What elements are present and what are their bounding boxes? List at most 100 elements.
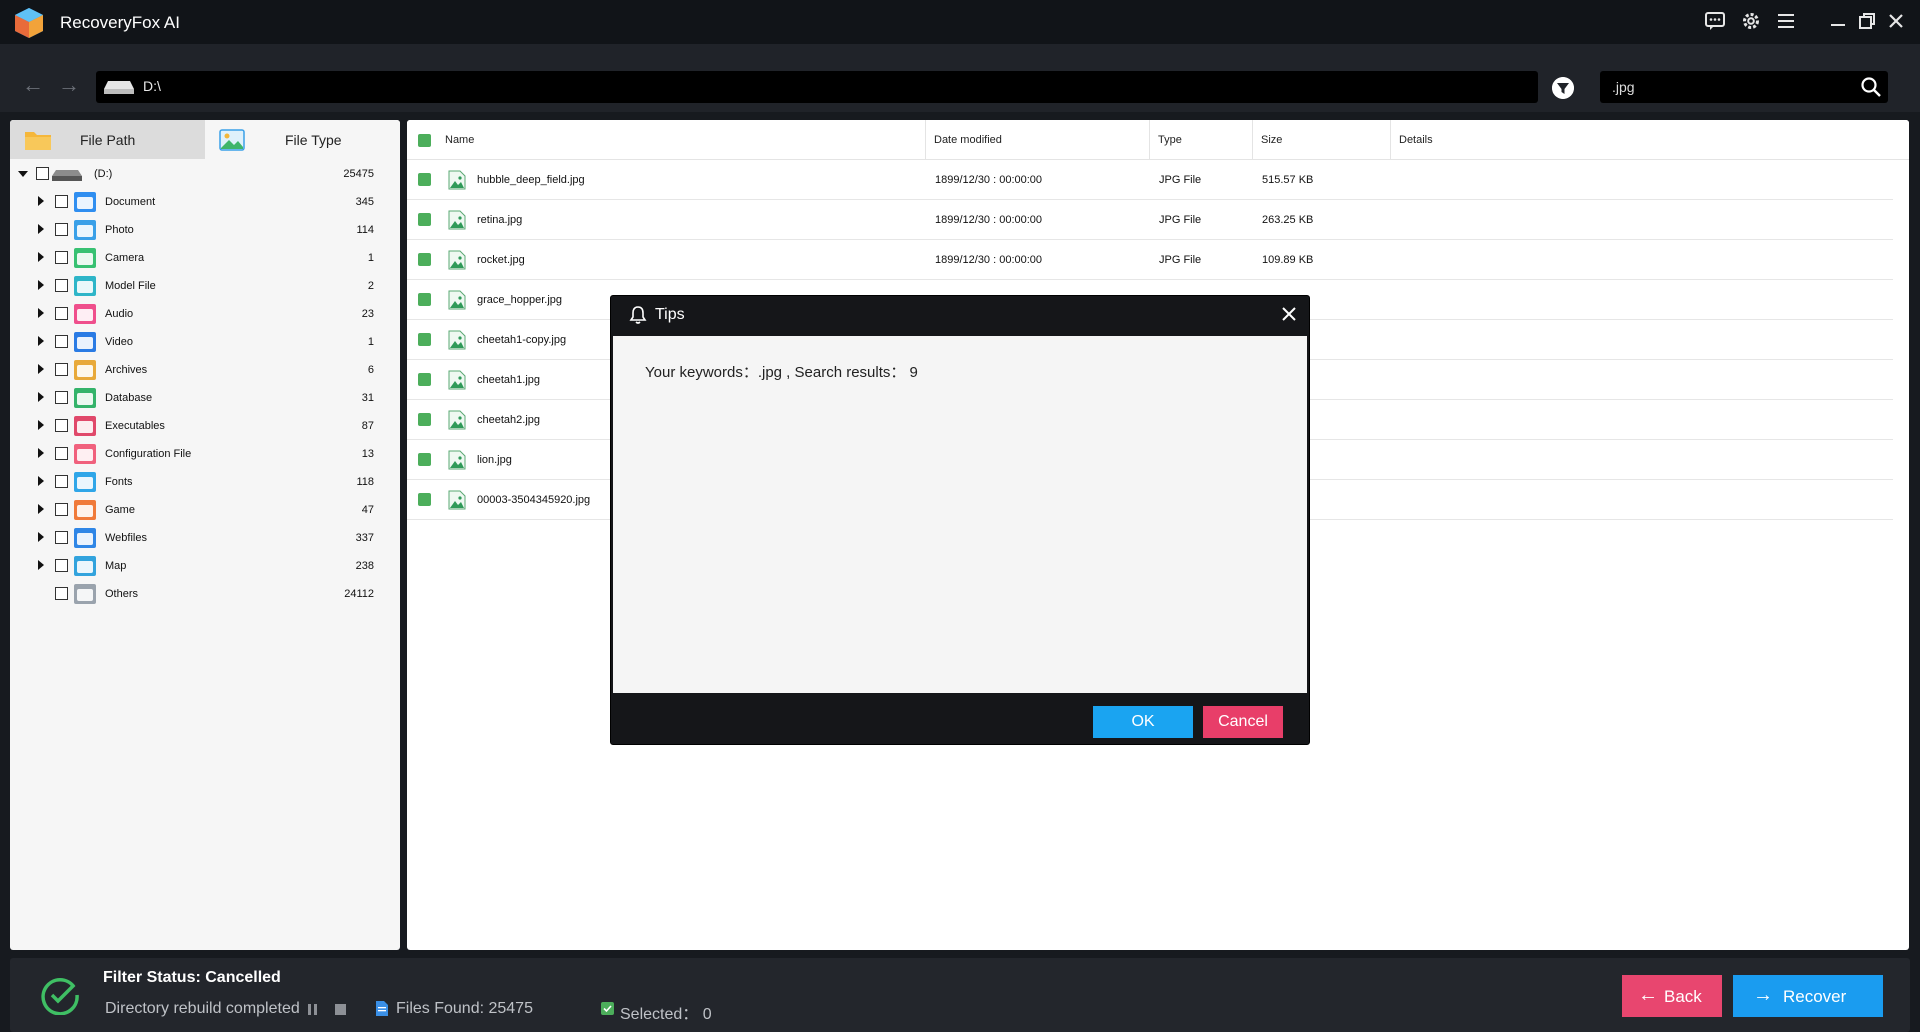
tree-checkbox[interactable] <box>55 363 68 376</box>
expand-arrow-icon[interactable] <box>38 504 44 514</box>
file-checkbox[interactable] <box>418 173 431 186</box>
column-divider[interactable] <box>1252 120 1253 160</box>
tree-row-database[interactable]: Database 31 <box>10 384 400 412</box>
feedback-icon[interactable] <box>1703 10 1727 34</box>
column-divider[interactable] <box>925 120 926 160</box>
expand-arrow-icon[interactable] <box>38 420 44 430</box>
tree-row-configuration-file[interactable]: Configuration File 13 <box>10 440 400 468</box>
tree-row-webfiles[interactable]: Webfiles 337 <box>10 524 400 552</box>
column-divider[interactable] <box>1149 120 1150 160</box>
file-checkbox[interactable] <box>418 293 431 306</box>
ok-button[interactable]: OK <box>1093 706 1193 738</box>
tree-checkbox[interactable] <box>55 587 68 600</box>
file-size: 263.25 KB <box>1262 214 1314 226</box>
expand-arrow-icon[interactable] <box>38 364 44 374</box>
pause-icon[interactable] <box>308 1004 311 1015</box>
tree-label: Video <box>105 336 133 348</box>
file-checkbox[interactable] <box>418 333 431 346</box>
close-icon[interactable] <box>1884 10 1908 34</box>
column-divider[interactable] <box>1390 120 1391 160</box>
minimize-icon[interactable] <box>1826 10 1850 34</box>
tree-row-executables[interactable]: Executables 87 <box>10 412 400 440</box>
file-checkbox[interactable] <box>418 253 431 266</box>
column-date[interactable]: Date modified <box>934 134 1002 146</box>
dialog-close-icon[interactable] <box>1279 304 1299 324</box>
column-type[interactable]: Type <box>1158 134 1182 146</box>
file-row[interactable]: hubble_deep_field.jpg 1899/12/30 : 00:00:… <box>407 160 1893 200</box>
tree-row-map[interactable]: Map 238 <box>10 552 400 580</box>
tree-checkbox[interactable] <box>55 475 68 488</box>
column-details[interactable]: Details <box>1399 134 1433 146</box>
tree-checkbox[interactable] <box>55 531 68 544</box>
tree-checkbox[interactable] <box>55 447 68 460</box>
forward-arrow-icon[interactable]: → <box>58 72 80 98</box>
column-size[interactable]: Size <box>1261 134 1282 146</box>
tree-checkbox[interactable] <box>55 503 68 516</box>
back-arrow-icon[interactable]: ← <box>22 72 44 98</box>
pause-icon-bar[interactable] <box>314 1004 317 1015</box>
file-name: 00003-3504345920.jpg <box>477 494 591 506</box>
recover-button[interactable]: → Recover <box>1733 975 1883 1017</box>
tree-row-camera[interactable]: Camera 1 <box>10 244 400 272</box>
tree-checkbox[interactable] <box>55 307 68 320</box>
filter-icon[interactable] <box>1552 77 1574 99</box>
file-checkbox[interactable] <box>418 453 431 466</box>
tree-row-drive[interactable]: (D:) 25475 <box>10 160 400 188</box>
expand-arrow-icon[interactable] <box>38 196 44 206</box>
tree-count: 238 <box>355 560 374 572</box>
tree-row-photo[interactable]: Photo 114 <box>10 216 400 244</box>
expand-arrow-icon[interactable] <box>38 392 44 402</box>
cancel-button[interactable]: Cancel <box>1203 706 1283 738</box>
tree-row-fonts[interactable]: Fonts 118 <box>10 468 400 496</box>
restore-icon[interactable] <box>1855 10 1879 34</box>
webfiles-folder-icon <box>74 528 96 548</box>
address-bar[interactable] <box>96 71 1538 103</box>
expand-arrow-icon[interactable] <box>38 308 44 318</box>
tree-checkbox[interactable] <box>55 251 68 264</box>
expand-arrow-icon[interactable] <box>38 280 44 290</box>
tree-row-document[interactable]: Document 345 <box>10 188 400 216</box>
column-name[interactable]: Name <box>445 134 474 146</box>
file-checkbox[interactable] <box>418 373 431 386</box>
camera-folder-icon <box>74 248 96 268</box>
tree-row-game[interactable]: Game 47 <box>10 496 400 524</box>
stop-icon[interactable] <box>335 1004 346 1015</box>
tree-label: Photo <box>105 224 134 236</box>
tree-checkbox[interactable] <box>55 391 68 404</box>
tree-checkbox[interactable] <box>55 335 68 348</box>
tree-row-video[interactable]: Video 1 <box>10 328 400 356</box>
tree-checkbox[interactable] <box>36 167 49 180</box>
tree-checkbox[interactable] <box>55 279 68 292</box>
tree-row-audio[interactable]: Audio 23 <box>10 300 400 328</box>
tree-count: 2 <box>367 280 374 292</box>
tree-checkbox[interactable] <box>55 559 68 572</box>
file-checkbox[interactable] <box>418 213 431 226</box>
expand-arrow-icon[interactable] <box>38 224 44 234</box>
tree-row-model-file[interactable]: Model File 2 <box>10 272 400 300</box>
tree-checkbox[interactable] <box>55 195 68 208</box>
expand-arrow-icon[interactable] <box>38 560 44 570</box>
back-button[interactable]: ← Back <box>1622 975 1722 1017</box>
expand-arrow-icon[interactable] <box>38 252 44 262</box>
tree-row-archives[interactable]: Archives 6 <box>10 356 400 384</box>
settings-icon[interactable] <box>1739 10 1763 34</box>
tab-file-type[interactable]: File Type <box>205 120 400 159</box>
expand-arrow-icon[interactable] <box>38 336 44 346</box>
tree-row-others[interactable]: Others 24112 <box>10 580 400 608</box>
file-checkbox[interactable] <box>418 493 431 506</box>
expand-arrow-icon[interactable] <box>38 476 44 486</box>
expand-arrow-icon[interactable] <box>38 448 44 458</box>
file-row[interactable]: rocket.jpg 1899/12/30 : 00:00:00 JPG File 1… <box>407 240 1893 280</box>
select-all-checkbox[interactable] <box>418 134 431 147</box>
tree-checkbox[interactable] <box>55 223 68 236</box>
jpg-file-icon <box>448 250 466 270</box>
file-checkbox[interactable] <box>418 413 431 426</box>
file-row[interactable]: retina.jpg 1899/12/30 : 00:00:00 JPG File 2… <box>407 200 1893 240</box>
search-input[interactable] <box>1600 71 1888 103</box>
tab-file-path[interactable]: File Path <box>10 120 205 159</box>
expand-arrow-icon[interactable] <box>38 532 44 542</box>
collapse-arrow-icon[interactable] <box>18 171 28 177</box>
tree-checkbox[interactable] <box>55 419 68 432</box>
menu-icon[interactable] <box>1774 10 1798 34</box>
search-icon[interactable] <box>1860 76 1882 98</box>
